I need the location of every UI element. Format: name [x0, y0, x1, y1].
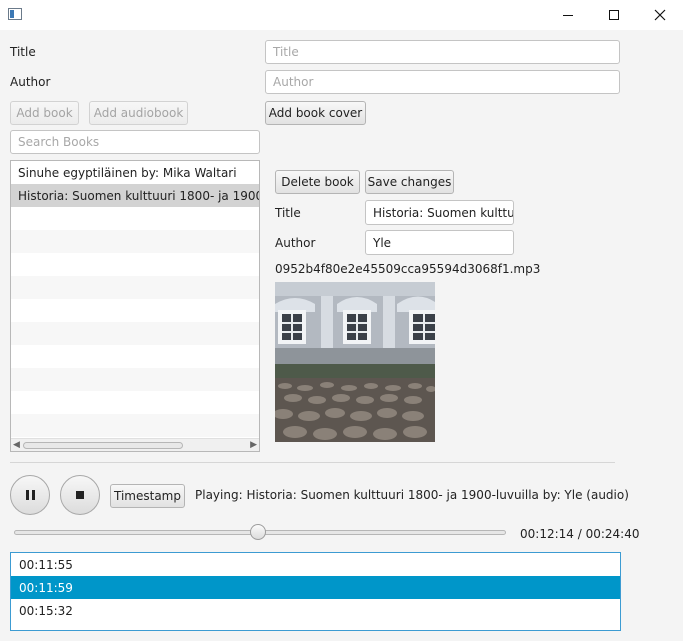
- divider: [10, 462, 615, 463]
- empty-row: [11, 345, 259, 368]
- empty-row: [11, 276, 259, 299]
- close-icon: [654, 9, 666, 21]
- list-item[interactable]: Sinuhe egyptiläinen by: Mika Waltari: [11, 161, 259, 184]
- timestamp-item[interactable]: 00:15:32: [11, 599, 620, 622]
- maximize-button[interactable]: [591, 0, 637, 30]
- minimize-button[interactable]: [545, 0, 591, 30]
- timestamp-item[interactable]: 00:11:59: [11, 576, 620, 599]
- file-name: 0952b4f80e2e45509cca95594d3068f1.mp3: [275, 262, 541, 276]
- empty-row: [11, 253, 259, 276]
- timestamp-item[interactable]: 00:11:55: [11, 553, 620, 576]
- now-playing-text: Playing: Historia: Suomen kulttuuri 1800…: [195, 488, 629, 502]
- empty-row: [11, 322, 259, 345]
- empty-row: [11, 299, 259, 322]
- time-display: 00:12:14 / 00:24:40: [520, 527, 640, 541]
- add-book-cover-button[interactable]: Add book cover: [265, 101, 366, 125]
- author-input[interactable]: Author: [265, 70, 620, 94]
- scrollbar-thumb[interactable]: [23, 442, 183, 449]
- pause-button[interactable]: [10, 475, 50, 515]
- detail-title-input[interactable]: Historia: Suomen kulttuuri 1800- ja 1900…: [365, 200, 514, 225]
- add-audiobook-button[interactable]: Add audiobook: [89, 101, 188, 125]
- title-input[interactable]: Title: [265, 40, 620, 64]
- list-item[interactable]: Historia: Suomen kulttuuri 1800- ja 1900…: [11, 184, 259, 207]
- empty-row: [11, 207, 259, 230]
- search-input[interactable]: Search Books: [10, 130, 260, 154]
- save-changes-button[interactable]: Save changes: [365, 170, 454, 194]
- scroll-right-icon[interactable]: ▶: [250, 439, 257, 451]
- close-button[interactable]: [637, 0, 683, 30]
- minimize-icon: [563, 14, 573, 16]
- book-list[interactable]: Sinuhe egyptiläinen by: Mika Waltari His…: [10, 160, 260, 452]
- book-cover-image: [275, 282, 435, 442]
- delete-book-button[interactable]: Delete book: [275, 170, 360, 194]
- seek-slider-thumb[interactable]: [250, 524, 267, 540]
- detail-author-input[interactable]: Yle: [365, 230, 514, 255]
- empty-row: [11, 230, 259, 253]
- title-label: Title: [10, 45, 36, 59]
- scroll-left-icon[interactable]: ◀: [13, 439, 20, 451]
- timestamp-button[interactable]: Timestamp: [110, 484, 185, 508]
- author-label: Author: [10, 75, 51, 89]
- detail-author-label: Author: [275, 236, 316, 250]
- timestamp-list[interactable]: 00:11:55 00:11:59 00:15:32: [10, 552, 621, 631]
- horizontal-scrollbar[interactable]: ◀ ▶: [11, 438, 259, 451]
- stop-button[interactable]: [60, 475, 100, 515]
- stop-icon: [76, 491, 84, 499]
- empty-row: [11, 391, 259, 414]
- empty-row: [11, 414, 259, 437]
- app-icon: [8, 8, 22, 20]
- add-book-button[interactable]: Add book: [10, 101, 79, 125]
- maximize-icon: [609, 10, 619, 20]
- detail-title-label: Title: [275, 206, 301, 220]
- pause-icon: [25, 490, 35, 500]
- empty-row: [11, 368, 259, 391]
